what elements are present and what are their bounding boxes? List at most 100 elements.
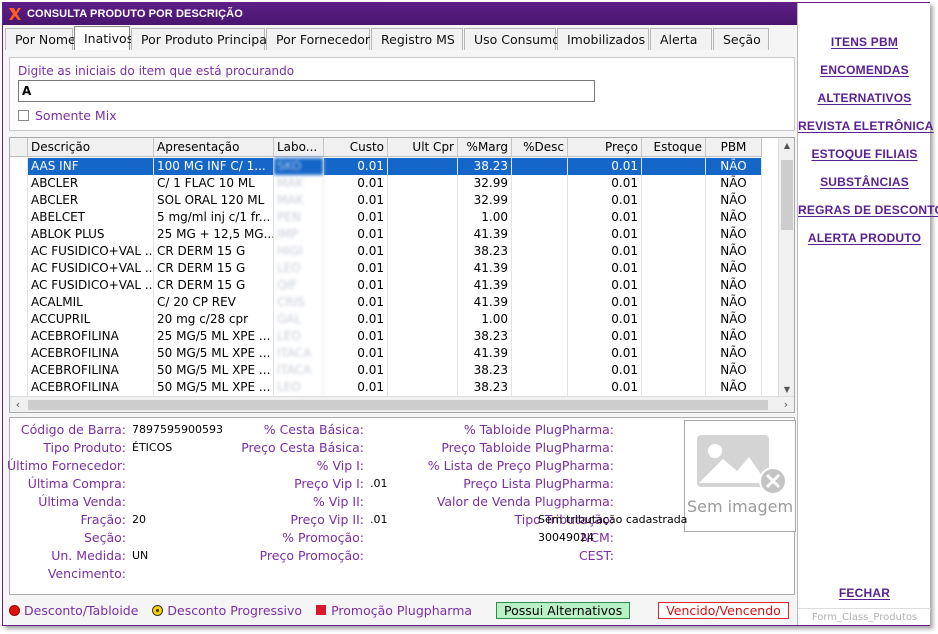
sidebar-alerta-produto[interactable]: ALERTA PRODUTO — [798, 231, 931, 245]
table-row[interactable]: ABELCET 5 mg/ml inj c/1 fr... PEN 0.01 1.00 0… — [10, 209, 762, 226]
detail-value: .01 — [370, 513, 388, 526]
table-cell: 0.01 — [324, 226, 388, 243]
sidebar: FECHAR Form_Class_Produtos ITENS PBM ENCO… — [797, 3, 938, 625]
table-cell: NÃO — [706, 294, 762, 311]
somente-mix-label: Somente Mix — [35, 108, 117, 123]
tab-por-nome[interactable]: Por Nome — [5, 28, 76, 50]
row-indicator — [10, 192, 28, 209]
table-cell: NÃO — [706, 209, 762, 226]
horizontal-scrollbar[interactable]: ‹ › — [10, 396, 794, 412]
table-cell — [512, 277, 568, 294]
table-cell: 0.01 — [568, 209, 642, 226]
table-row[interactable]: ACEBROFILINA 25 MG/5 ML XPE ... LEO 0.01 38.… — [10, 328, 762, 345]
table-cell: ACEBROFILINA — [28, 328, 154, 345]
table-cell: NÃO — [706, 345, 762, 362]
table-cell: AAS INF — [28, 158, 154, 175]
table-cell: 50 MG/5 ML XPE ... — [154, 362, 274, 379]
table-cell — [388, 362, 458, 379]
column-header[interactable]: Preço — [568, 138, 642, 157]
table-cell: SKO — [274, 158, 324, 175]
tab-se-o[interactable]: Seção — [713, 28, 769, 50]
sidebar-substancias[interactable]: SUBSTÂNCIAS — [798, 175, 931, 189]
somente-mix-checkbox[interactable]: Somente Mix — [18, 108, 117, 123]
main-window: CONSULTA PRODUTO POR DESCRIÇÃO Por Nome I… — [2, 2, 938, 626]
table-cell: LEO — [274, 379, 324, 396]
tab-uso-consumo[interactable]: Uso Consumo — [464, 28, 560, 50]
row-indicator — [10, 243, 28, 260]
tab-imobilizados[interactable]: Imobilizados — [557, 28, 649, 50]
table-row[interactable]: ABCLER SOL ORAL 120 ML MAK 0.01 32.99 0.01 NÃO — [10, 192, 762, 209]
table-cell — [642, 209, 706, 226]
sidebar-encomendas[interactable]: ENCOMENDAS — [798, 63, 931, 77]
table-row[interactable]: ACEBROFILINA 50 MG/5 ML XPE ... ITACA 0.01 4… — [10, 345, 762, 362]
table-cell: LEO — [274, 260, 324, 277]
close-button[interactable]: FECHAR — [798, 586, 931, 600]
table-row[interactable]: ACEBROFILINA 50 MG/5 ML XPE ... ITACA 0.01 3… — [10, 362, 762, 379]
table-row[interactable]: ABCLER C/ 1 FLAC 10 ML MAK 0.01 32.99 0.01 NÃO — [10, 175, 762, 192]
sidebar-alternativos[interactable]: ALTERNATIVOS — [798, 91, 931, 105]
table-row[interactable]: ACCUPRIL 20 mg c/28 cpr GAL 0.01 1.00 0.01 NÃO — [10, 311, 762, 328]
table-cell: HIGI — [274, 243, 324, 260]
detail-label: Preço Cesta Básica: — [241, 440, 364, 455]
table-cell: 50 MG/5 ML XPE ... — [154, 379, 274, 396]
column-header[interactable]: Labo... — [274, 138, 324, 157]
no-image-label: Sem imagem — [686, 497, 794, 516]
sidebar-regras-desconto[interactable]: REGRAS DE DESCONTO — [798, 203, 938, 217]
column-header[interactable]: Descrição — [28, 138, 154, 157]
column-header[interactable]: %Marg — [458, 138, 512, 157]
scroll-right-icon[interactable]: › — [778, 397, 794, 412]
table-cell: C/ 20 CP REV — [154, 294, 274, 311]
column-header[interactable]: %Desc — [512, 138, 568, 157]
table-row[interactable]: AC FUSIDICO+VAL ... CR DERM 15 G HIGI 0.01 3… — [10, 243, 762, 260]
legend-promocao: Promoção Plugpharma — [316, 603, 472, 618]
table-row[interactable]: AC FUSIDICO+VAL ... CR DERM 15 G LEO 0.01 41… — [10, 260, 762, 277]
table-cell — [512, 175, 568, 192]
table-cell — [388, 175, 458, 192]
scroll-left-icon[interactable]: ‹ — [10, 397, 26, 412]
table-cell: 38.23 — [458, 328, 512, 345]
column-header[interactable]: Apresentação — [154, 138, 274, 157]
scroll-up-icon[interactable]: ▲ — [779, 138, 794, 154]
hscroll-thumb[interactable] — [28, 400, 768, 410]
table-cell: AC FUSIDICO+VAL ... — [28, 277, 154, 294]
table-cell: 38.23 — [458, 243, 512, 260]
table-row[interactable]: ABLOK PLUS 25 MG + 12,5 MG... IMP 0.01 41.39… — [10, 226, 762, 243]
vertical-scrollbar[interactable]: ▲ ▼ — [778, 138, 794, 398]
scroll-thumb[interactable] — [781, 160, 793, 230]
checkbox-box[interactable] — [18, 110, 29, 121]
table-row[interactable]: ACEBROFILINA 50 MG/5 ML XPE ... LEO 0.01 38.… — [10, 379, 762, 396]
table-cell — [512, 345, 568, 362]
table-row[interactable]: AAS INF 100 MG INF C/ 1... SKO 0.01 38.23 0.0… — [10, 158, 762, 175]
sidebar-estoque-filiais[interactable]: ESTOQUE FILIAIS — [798, 147, 931, 161]
tab-por-produto-principal[interactable]: Por Produto Principal — [131, 28, 270, 50]
table-cell: QIF — [274, 277, 324, 294]
table-cell: 100 MG INF C/ 1... — [154, 158, 274, 175]
column-header[interactable]: Estoque — [642, 138, 706, 157]
tab-inativos[interactable]: Inativos — [74, 26, 133, 50]
table-cell — [388, 277, 458, 294]
table-cell: 0.01 — [324, 175, 388, 192]
table-cell: 1.00 — [458, 311, 512, 328]
table-cell — [642, 311, 706, 328]
detail-label: Seção: — [83, 530, 126, 545]
column-header[interactable]: Custo — [324, 138, 388, 157]
product-details: Sem imagem Código de Barra: 7897595900593… — [7, 417, 796, 595]
table-cell: NÃO — [706, 226, 762, 243]
column-header[interactable]: PBM — [706, 138, 762, 157]
table-row[interactable]: ACALMIL C/ 20 CP REV CRIS 0.01 41.39 0.01 NÃO — [10, 294, 762, 311]
table-cell — [642, 260, 706, 277]
sidebar-revista-eletronica[interactable]: REVISTA ELETRÔNICA — [798, 119, 933, 133]
tab-registro-ms[interactable]: Registro MS — [371, 28, 463, 50]
search-input[interactable] — [18, 80, 595, 102]
tab-por-fornecedor[interactable]: Por Fornecedor — [266, 28, 370, 50]
tab-alerta[interactable]: Alerta — [650, 28, 712, 50]
table-cell: MAK — [274, 192, 324, 209]
column-header[interactable]: Ult Cpr — [388, 138, 458, 157]
table-cell: NÃO — [706, 311, 762, 328]
row-indicator — [10, 362, 28, 379]
table-row[interactable]: AC FUSIDICO+VAL ... CR DERM 15 G QIF 0.01 41… — [10, 277, 762, 294]
row-indicator — [10, 226, 28, 243]
detail-label: Preço Vip I: — [294, 476, 364, 491]
table-cell — [388, 260, 458, 277]
sidebar-itens-pbm[interactable]: ITENS PBM — [798, 35, 931, 49]
